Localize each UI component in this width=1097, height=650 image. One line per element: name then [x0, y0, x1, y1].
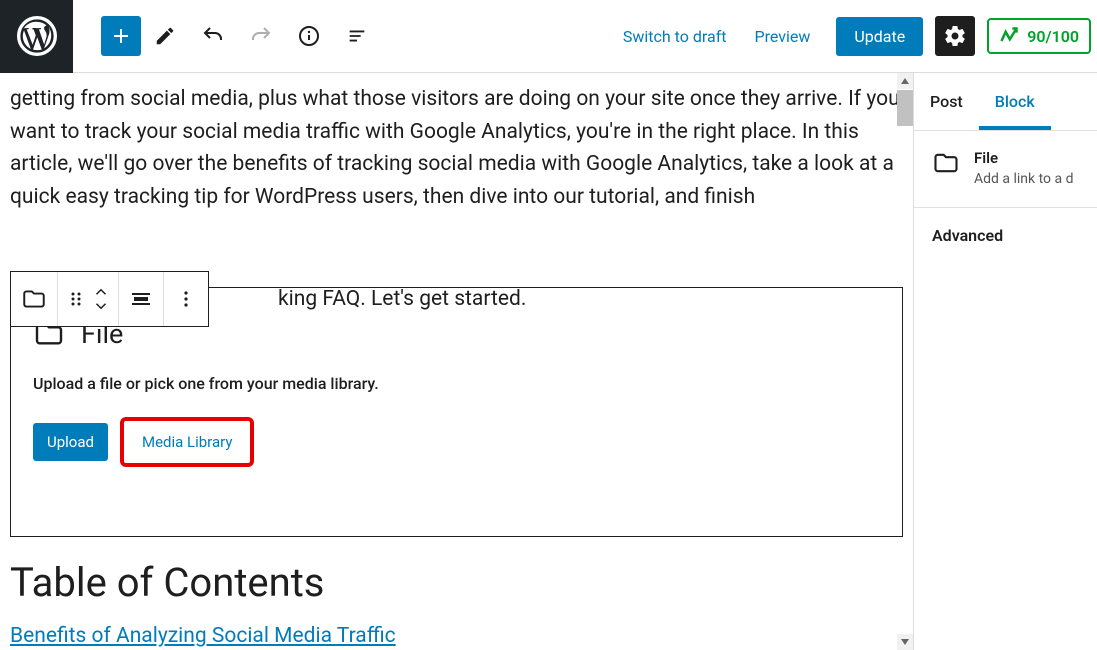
- switch-to-draft-link[interactable]: Switch to draft: [609, 27, 741, 46]
- file-block-description: Upload a file or pick one from your medi…: [33, 374, 884, 393]
- scroll-thumb[interactable]: [897, 90, 913, 126]
- preview-link[interactable]: Preview: [740, 27, 824, 46]
- scroll-up-arrow[interactable]: [897, 73, 913, 89]
- editor-canvas: getting from social media, plus what tho…: [0, 73, 913, 650]
- paragraph-tail[interactable]: king FAQ. Let's get started.: [278, 283, 526, 316]
- gear-icon: [943, 24, 967, 48]
- align-button[interactable]: [119, 272, 164, 326]
- settings-gear-button[interactable]: [935, 16, 975, 56]
- advanced-panel-toggle[interactable]: Advanced: [914, 208, 1097, 263]
- drag-handle[interactable]: [66, 287, 86, 311]
- sidebar-tabs: Post Block: [914, 73, 1097, 131]
- pencil-icon: [154, 25, 176, 47]
- block-type-button[interactable]: [11, 272, 58, 326]
- edit-mode-button[interactable]: [141, 12, 189, 60]
- chevron-up-icon: [92, 285, 110, 299]
- triangle-down-icon: [900, 637, 910, 647]
- media-library-button[interactable]: Media Library: [126, 423, 248, 461]
- info-icon: [297, 24, 321, 48]
- block-card-file: File Add a link to a d: [914, 131, 1097, 208]
- scroll-down-arrow[interactable]: [897, 634, 913, 650]
- align-icon: [129, 287, 153, 311]
- drag-icon: [66, 287, 86, 311]
- redo-icon: [249, 24, 273, 48]
- tab-post[interactable]: Post: [914, 73, 979, 130]
- update-button[interactable]: Update: [836, 17, 923, 56]
- toc-link-benefits[interactable]: Benefits of Analyzing Social Media Traff…: [10, 624, 903, 648]
- plus-icon: [109, 24, 133, 48]
- add-block-button[interactable]: [101, 16, 141, 56]
- callout-highlight: Media Library: [120, 417, 254, 467]
- redo-button: [237, 12, 285, 60]
- editor-scrollbar[interactable]: [897, 73, 913, 650]
- move-down-button[interactable]: [92, 299, 110, 313]
- tab-block[interactable]: Block: [979, 73, 1051, 130]
- wordpress-icon: [17, 16, 57, 56]
- block-toolbar: [10, 271, 209, 327]
- undo-button[interactable]: [189, 12, 237, 60]
- document-info-button[interactable]: [285, 12, 333, 60]
- file-card-icon: [932, 149, 960, 177]
- outline-button[interactable]: [333, 12, 381, 60]
- undo-icon: [201, 24, 225, 48]
- triangle-up-icon: [900, 76, 910, 86]
- paragraph-fragment[interactable]: getting from social media, plus what tho…: [10, 83, 903, 213]
- upload-button[interactable]: Upload: [33, 423, 108, 461]
- wp-logo-home[interactable]: [0, 0, 73, 73]
- block-card-title: File: [974, 149, 1073, 167]
- chevron-down-icon: [92, 299, 110, 313]
- block-more-options[interactable]: [164, 272, 208, 326]
- more-vertical-icon: [174, 287, 198, 311]
- file-icon: [21, 286, 47, 312]
- seo-score-badge[interactable]: 90/100: [987, 18, 1091, 54]
- block-card-description: Add a link to a d: [974, 171, 1073, 187]
- list-view-icon: [346, 25, 368, 47]
- score-value: 90/100: [1027, 27, 1079, 46]
- settings-sidebar: Post Block File Add a link to a d Advanc…: [913, 73, 1097, 650]
- score-check-icon: [999, 26, 1019, 46]
- move-up-button[interactable]: [92, 285, 110, 299]
- editor-topbar: Switch to draft Preview Update 90/100: [0, 0, 1097, 73]
- toc-heading[interactable]: Table of Contents: [10, 559, 903, 606]
